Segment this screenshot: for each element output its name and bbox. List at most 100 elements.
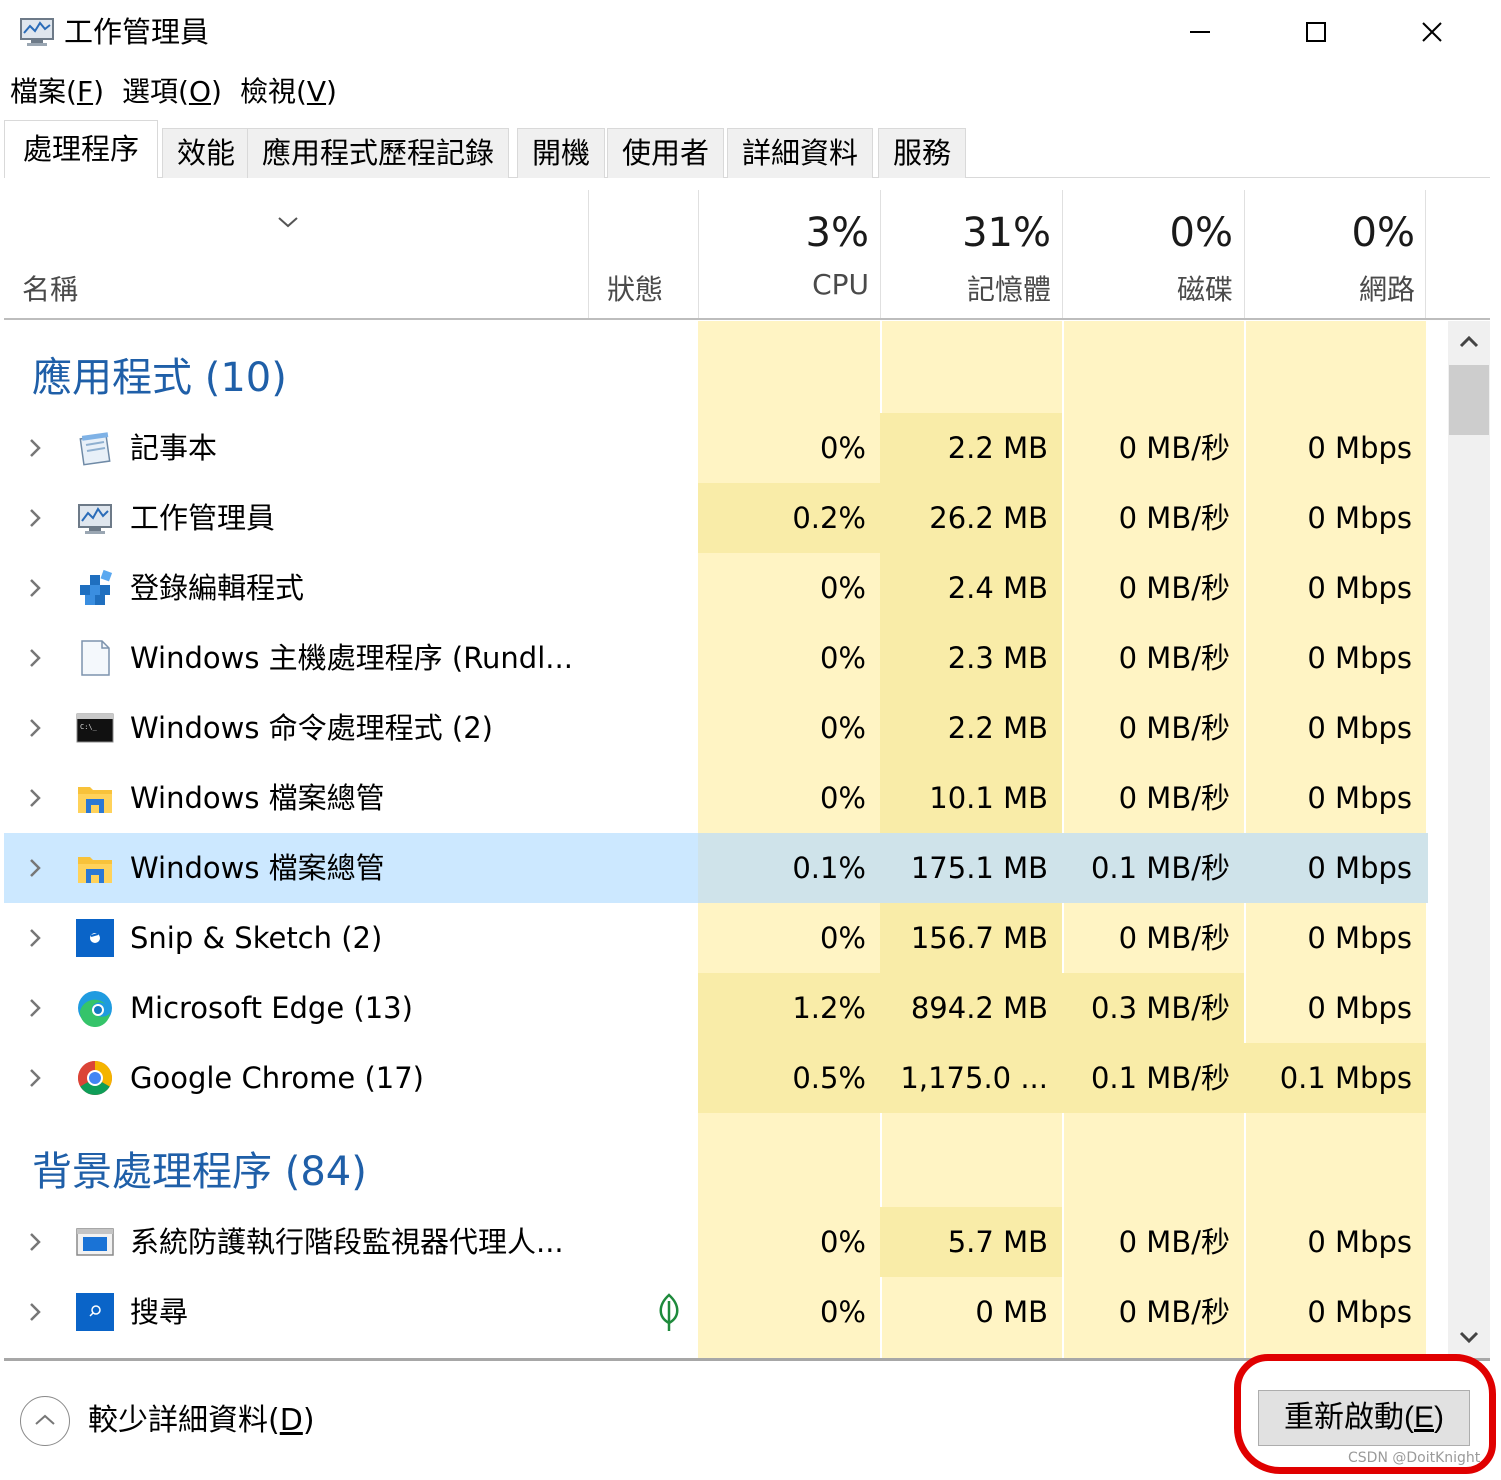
- cpu-value: 0%: [819, 571, 866, 605]
- minimize-button[interactable]: [1142, 0, 1258, 64]
- tab-users[interactable]: 使用者: [607, 128, 725, 178]
- memory-value: 5.7 MB: [880, 1207, 1062, 1277]
- memory-value: 26.2 MB: [880, 483, 1062, 553]
- process-row-task-manager[interactable]: 工作管理員 0.2% 26.2 MB 0 MB/秒 0 Mbps: [4, 483, 1428, 553]
- process-row-notepad[interactable]: 記事本 0% 2.2 MB 0 MB/秒 0 Mbps: [4, 413, 1428, 483]
- disk-value: 0 MB/秒: [1118, 1225, 1230, 1259]
- network-value: 0 Mbps: [1307, 1295, 1412, 1329]
- header-disk-pct: 0%: [1169, 210, 1233, 256]
- disk-value: 0.3 MB/秒: [1062, 973, 1244, 1043]
- disk-value: 0 MB/秒: [1118, 781, 1230, 815]
- header-status-label: 狀態: [607, 273, 664, 306]
- memory-value: 1,175.0 ...: [880, 1043, 1062, 1113]
- header-cpu-label: CPU: [812, 268, 869, 301]
- registry-editor-icon: [76, 569, 114, 607]
- header-name-label: 名稱: [22, 273, 79, 306]
- process-row-cmd[interactable]: C:\_ Windows 命令處理程式 (2) 0% 2.2 MB 0 MB/秒…: [4, 693, 1428, 763]
- disk-value: 0 MB/秒: [1118, 641, 1230, 675]
- header-disk[interactable]: 0% 磁碟: [1062, 190, 1244, 318]
- network-value: 0 Mbps: [1307, 711, 1412, 745]
- chevron-right-icon[interactable]: [28, 1301, 42, 1327]
- header-disk-label: 磁碟: [1176, 273, 1233, 306]
- header-cpu[interactable]: 3% CPU: [698, 190, 880, 318]
- chevron-right-icon[interactable]: [28, 927, 42, 953]
- chevron-right-icon[interactable]: [28, 787, 42, 813]
- process-row-snip-sketch[interactable]: Snip & Sketch (2) 0% 156.7 MB 0 MB/秒 0 M…: [4, 903, 1428, 973]
- chevron-right-icon[interactable]: [28, 1231, 42, 1257]
- blank-document-icon: [76, 639, 114, 677]
- maximize-button[interactable]: [1258, 0, 1374, 64]
- header-network[interactable]: 0% 網路: [1244, 190, 1426, 318]
- process-list: 應用程式 (10) 記事本 0% 2.2 MB 0 MB/秒 0 Mbps 工作…: [4, 321, 1448, 1358]
- disk-value: 0 MB/秒: [1118, 571, 1230, 605]
- disk-value: 0.1 MB/秒: [1062, 1043, 1244, 1113]
- system-guard-icon: [76, 1223, 114, 1261]
- disk-value: 0 MB/秒: [1118, 501, 1230, 535]
- watermark: CSDN @DoitKnight: [1348, 1450, 1481, 1466]
- process-name: Windows 檔案總管: [130, 851, 385, 885]
- scrollbar-thumb[interactable]: [1449, 365, 1489, 435]
- scroll-down-arrow-icon[interactable]: [1448, 1316, 1490, 1358]
- process-row-rundll[interactable]: Windows 主機處理程序 (Rundl... 0% 2.3 MB 0 MB/…: [4, 623, 1428, 693]
- header-name[interactable]: 名稱: [4, 190, 588, 318]
- chevron-up-icon: [34, 1412, 56, 1431]
- tab-performance[interactable]: 效能: [162, 128, 251, 178]
- tab-app-history[interactable]: 應用程式歷程記錄: [247, 128, 510, 178]
- header-memory[interactable]: 31% 記憶體: [880, 190, 1062, 318]
- process-row-system-guard[interactable]: 系統防護執行階段監視器代理人... 0% 5.7 MB 0 MB/秒 0 Mbp…: [4, 1207, 1428, 1277]
- tab-details[interactable]: 詳細資料: [727, 128, 874, 178]
- process-name: Windows 檔案總管: [130, 781, 385, 815]
- cpu-value: 0.2%: [698, 483, 880, 553]
- scroll-up-arrow-icon[interactable]: [1448, 321, 1490, 363]
- network-value: 0 Mbps: [1307, 641, 1412, 675]
- chevron-right-icon[interactable]: [28, 1067, 42, 1093]
- header-network-label: 網路: [1358, 273, 1415, 306]
- header-memory-pct: 31%: [962, 210, 1051, 256]
- file-explorer-icon: [76, 779, 114, 817]
- network-value: 0 Mbps: [1307, 1225, 1412, 1259]
- group-title-background: 背景處理程序 (84): [32, 1149, 367, 1195]
- chevron-right-icon[interactable]: [28, 577, 42, 603]
- fewer-details-link[interactable]: 較少詳細資料(D): [88, 1398, 315, 1444]
- process-row-registry-editor[interactable]: 登錄編輯程式 0% 2.4 MB 0 MB/秒 0 Mbps: [4, 553, 1428, 623]
- memory-value: 10.1 MB: [880, 763, 1062, 833]
- cpu-value: 0%: [819, 781, 866, 815]
- close-button[interactable]: [1374, 0, 1490, 64]
- process-row-edge[interactable]: Microsoft Edge (13) 1.2% 894.2 MB 0.3 MB…: [4, 973, 1428, 1043]
- process-row-explorer-selected[interactable]: Windows 檔案總管 0.1% 175.1 MB 0.1 MB/秒 0 Mb…: [4, 833, 1428, 903]
- chevron-right-icon[interactable]: [28, 507, 42, 533]
- window-title: 工作管理員: [64, 15, 210, 49]
- network-value: 0 Mbps: [1307, 851, 1412, 885]
- tab-bar: 處理程序 效能 應用程式歷程記錄 開機 使用者 詳細資料 服務: [4, 120, 1490, 178]
- menu-view[interactable]: 檢視(V): [230, 70, 345, 114]
- network-value: 0 Mbps: [1307, 431, 1412, 465]
- menu-bar: 檔案(F) 選項(O) 檢視(V): [0, 70, 345, 114]
- header-status[interactable]: 狀態: [588, 190, 698, 318]
- tab-startup[interactable]: 開機: [517, 128, 606, 178]
- process-row-search[interactable]: 搜尋 0% 0 MB 0 MB/秒 0 Mbps: [4, 1277, 1428, 1347]
- process-name: Microsoft Edge (13): [130, 991, 413, 1025]
- svg-text:C:\_: C:\_: [80, 723, 98, 731]
- chevron-right-icon[interactable]: [28, 647, 42, 673]
- disk-value: 0 MB/秒: [1118, 1295, 1230, 1329]
- fewer-details-button[interactable]: [20, 1396, 70, 1446]
- tab-processes[interactable]: 處理程序: [4, 120, 159, 178]
- chevron-right-icon[interactable]: [28, 997, 42, 1023]
- cpu-value: 0.1%: [792, 851, 866, 885]
- process-row-chrome[interactable]: Google Chrome (17) 0.5% 1,175.0 ... 0.1 …: [4, 1043, 1428, 1113]
- leaf-icon: [654, 1291, 684, 1337]
- edge-icon: [76, 989, 114, 1028]
- menu-options[interactable]: 選項(O): [112, 70, 230, 114]
- title-bar: 工作管理員: [0, 0, 1501, 64]
- process-name: 記事本: [130, 431, 218, 465]
- menu-file[interactable]: 檔案(F): [0, 70, 112, 114]
- chevron-right-icon[interactable]: [28, 437, 42, 463]
- tab-services[interactable]: 服務: [878, 128, 967, 178]
- vertical-scrollbar[interactable]: [1448, 321, 1490, 1358]
- chevron-right-icon[interactable]: [28, 717, 42, 743]
- memory-value: 2.4 MB: [880, 553, 1062, 623]
- process-row-explorer[interactable]: Windows 檔案總管 0% 10.1 MB 0 MB/秒 0 Mbps: [4, 763, 1428, 833]
- network-value: 0 Mbps: [1307, 571, 1412, 605]
- cpu-value: 0.5%: [698, 1043, 880, 1113]
- chevron-right-icon[interactable]: [28, 857, 42, 883]
